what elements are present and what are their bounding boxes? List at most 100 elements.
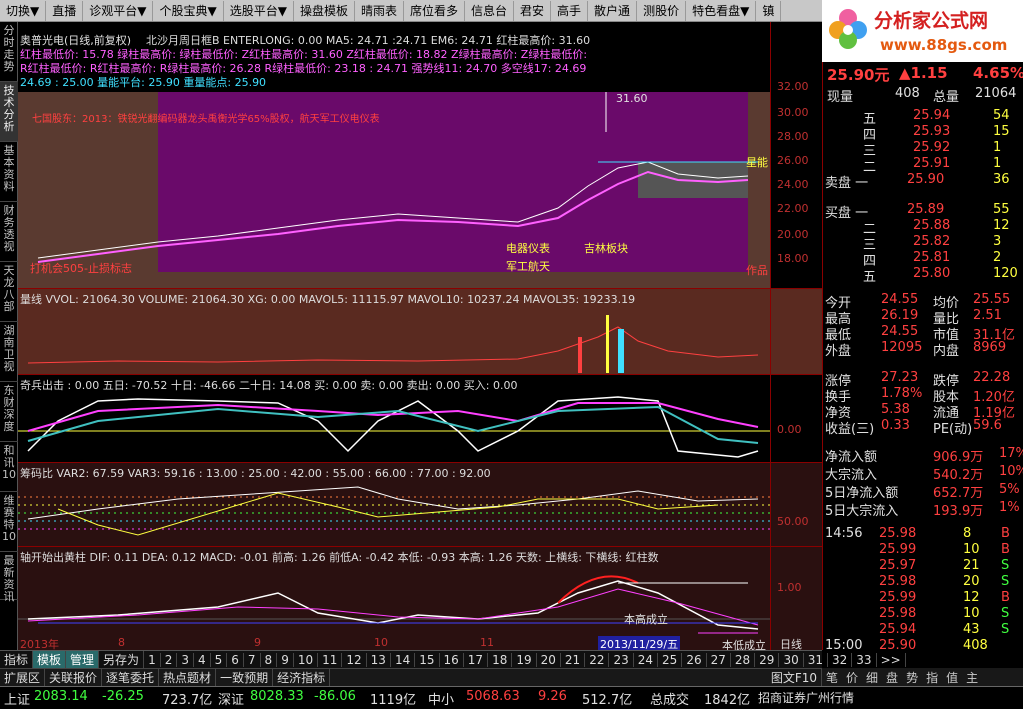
right-tab[interactable]: 指 xyxy=(922,669,942,686)
tb-hot-topics[interactable]: 热点题材 xyxy=(159,669,217,686)
menu-junan[interactable]: 君安 xyxy=(514,0,552,21)
tb-page[interactable]: 17 xyxy=(464,652,489,667)
menu-template[interactable]: 操盘模板 xyxy=(294,0,355,21)
tb-order-detail[interactable]: 逐笔委托 xyxy=(102,669,160,686)
tb-page[interactable]: 19 xyxy=(512,652,537,667)
tick-side: B xyxy=(1001,542,1010,557)
tb-page[interactable]: 14 xyxy=(391,652,416,667)
quote-row[interactable]: 外盘 12095 内盘 8969 xyxy=(823,340,1023,360)
menu-price-test[interactable]: 测股价 xyxy=(637,0,687,21)
tb-page[interactable]: 23 xyxy=(609,652,634,667)
right-tab[interactable]: 价 xyxy=(842,669,862,686)
y-tick: 1.00 xyxy=(777,581,802,594)
bid-price: 25.80 xyxy=(913,266,951,281)
quote-row[interactable]: 15:00 25.90 408 xyxy=(823,638,1023,658)
tab-weisaite[interactable]: 维赛特10 xyxy=(0,492,18,552)
tb-page[interactable]: 15 xyxy=(415,652,440,667)
tb-economic[interactable]: 经济指标 xyxy=(273,669,331,686)
tb-page[interactable]: 27 xyxy=(707,652,731,667)
volume-pane[interactable]: 量线 VVOL: 21064.30 VOLUME: 21064.30 XG: 0… xyxy=(18,288,822,374)
tb-page[interactable]: 30 xyxy=(779,652,804,667)
quote-row[interactable]: 5日大宗流入 193.9万 1% xyxy=(823,500,1023,520)
tab-dongcai[interactable]: 东财深度 xyxy=(0,382,18,442)
quote-row[interactable]: 五 25.80 120 xyxy=(823,266,1023,286)
tb-page[interactable]: 28 xyxy=(731,652,756,667)
stat-value: 5.38 xyxy=(881,402,910,417)
tick-side: S xyxy=(1001,622,1010,637)
tb-page[interactable]: 9 xyxy=(277,652,294,667)
tab-tianlong[interactable]: 天龙八部 xyxy=(0,262,18,322)
tb-page[interactable]: 1 xyxy=(144,652,161,667)
right-tab[interactable]: 值 xyxy=(942,669,962,686)
quote-row[interactable]: 大宗流入 540.2万 10% xyxy=(823,464,1023,484)
tab-basic-info[interactable]: 基本资料 xyxy=(0,142,18,202)
tb-page[interactable]: 2 xyxy=(161,652,178,667)
y-tick: 0.00 xyxy=(777,423,802,436)
chouma-lines xyxy=(18,486,770,536)
tab-news[interactable]: 最新资讯 xyxy=(0,552,18,603)
tb-page[interactable]: 8 xyxy=(261,652,278,667)
tb-page[interactable]: 16 xyxy=(440,652,464,667)
qibing-pane[interactable]: 奇兵出击 : 0.00 五日: -70.52 十日: -46.66 二十日: 1… xyxy=(18,374,822,462)
price-change: ▲1.15 xyxy=(899,64,948,82)
tb-page[interactable]: 3 xyxy=(177,652,194,667)
tb-page[interactable]: 7 xyxy=(244,652,261,667)
chouma-pane[interactable]: 筹码比 VAR2: 67.59 VAR3: 59.16 : 13.00 : 25… xyxy=(18,462,822,546)
quote-row[interactable]: 收益(三) 0.33 PE(动) 59.6 xyxy=(823,418,1023,438)
tb-page[interactable]: 13 xyxy=(367,652,391,667)
tab-hunan-tv[interactable]: 湖南卫视 xyxy=(0,322,18,382)
tab-technical[interactable]: 技术分析 xyxy=(0,82,18,142)
tb-page[interactable]: 24 xyxy=(634,652,659,667)
chouma-line: 筹码比 VAR2: 67.59 VAR3: 59.16 : 13.00 : 25… xyxy=(20,467,491,480)
menu-stock-guide[interactable]: 个股宝典▼ xyxy=(153,0,224,21)
tb-extension[interactable]: 扩展区 xyxy=(0,669,46,686)
tb-related-quote[interactable]: 关联报价 xyxy=(45,669,103,686)
tb-consensus[interactable]: 一致预期 xyxy=(216,669,274,686)
tab-hexun[interactable]: 和讯10 xyxy=(0,442,18,492)
tb-page[interactable]: 26 xyxy=(682,652,707,667)
quote-row[interactable]: 净流入额 906.9万 17% xyxy=(823,446,1023,466)
menu-seats[interactable]: 席位看多 xyxy=(404,0,465,21)
tb-save-as[interactable]: 另存为 xyxy=(99,651,145,668)
tb-template[interactable]: 模板 xyxy=(33,651,67,668)
tb-page[interactable]: 29 xyxy=(755,652,780,667)
menu-retail[interactable]: 散户通 xyxy=(588,0,638,21)
tb-page[interactable]: 6 xyxy=(227,652,244,667)
menu-stock-picker[interactable]: 选股平台▼ xyxy=(224,0,294,21)
menu-more[interactable]: 镇 xyxy=(756,0,782,21)
menu-live[interactable]: 直播 xyxy=(46,0,84,21)
menu-barometer[interactable]: 晴雨表 xyxy=(355,0,404,21)
quote-row[interactable]: 卖盘 一 25.90 36 xyxy=(823,172,1023,192)
label-sector-jilin: 吉林板块 xyxy=(584,242,628,255)
tb-f10[interactable]: 图文F10 xyxy=(767,669,822,686)
quote-row[interactable]: 5日净流入额 652.7万 5% xyxy=(823,482,1023,502)
tb-page[interactable]: 25 xyxy=(658,652,683,667)
right-tab[interactable]: 笔 xyxy=(822,669,842,686)
tb-page[interactable]: 21 xyxy=(561,652,586,667)
tb-page[interactable]: 12 xyxy=(342,652,367,667)
tb-page[interactable]: 5 xyxy=(211,652,228,667)
tab-intraday[interactable]: 分时走势 xyxy=(0,22,18,82)
menu-master[interactable]: 高手 xyxy=(551,0,589,21)
tab-finance[interactable]: 财务透视 xyxy=(0,202,18,262)
tb-page[interactable]: 20 xyxy=(537,652,561,667)
right-tab[interactable]: 细 xyxy=(862,669,882,686)
tb-indicator[interactable]: 指标 xyxy=(0,651,34,668)
flow-value: 906.9万 xyxy=(933,450,984,465)
tb-manage[interactable]: 管理 xyxy=(66,651,100,668)
tb-page[interactable]: 4 xyxy=(194,652,211,667)
menu-switch[interactable]: 切换▼ xyxy=(0,0,47,21)
right-tab[interactable]: 势 xyxy=(902,669,922,686)
right-tab[interactable]: 主 xyxy=(962,669,982,686)
menu-info[interactable]: 信息台 xyxy=(465,0,515,21)
flow-value: 193.9万 xyxy=(933,504,984,519)
right-tab[interactable]: 盘 xyxy=(882,669,902,686)
chart-area[interactable]: 奥普光电(日线,前复权) 北沙月周日框B ENTERLONG: 0.00 MA5… xyxy=(18,22,822,658)
menu-diagnosis[interactable]: 诊观平台▼ xyxy=(83,0,154,21)
price-pane[interactable]: 奥普光电(日线,前复权) 北沙月周日框B ENTERLONG: 0.00 MA5… xyxy=(18,22,822,288)
tb-page[interactable]: 22 xyxy=(585,652,610,667)
tb-page[interactable]: 18 xyxy=(488,652,513,667)
menu-features[interactable]: 特色看盘▼ xyxy=(686,0,757,21)
tb-page[interactable]: 10 xyxy=(294,652,319,667)
tb-page[interactable]: 11 xyxy=(318,652,343,667)
